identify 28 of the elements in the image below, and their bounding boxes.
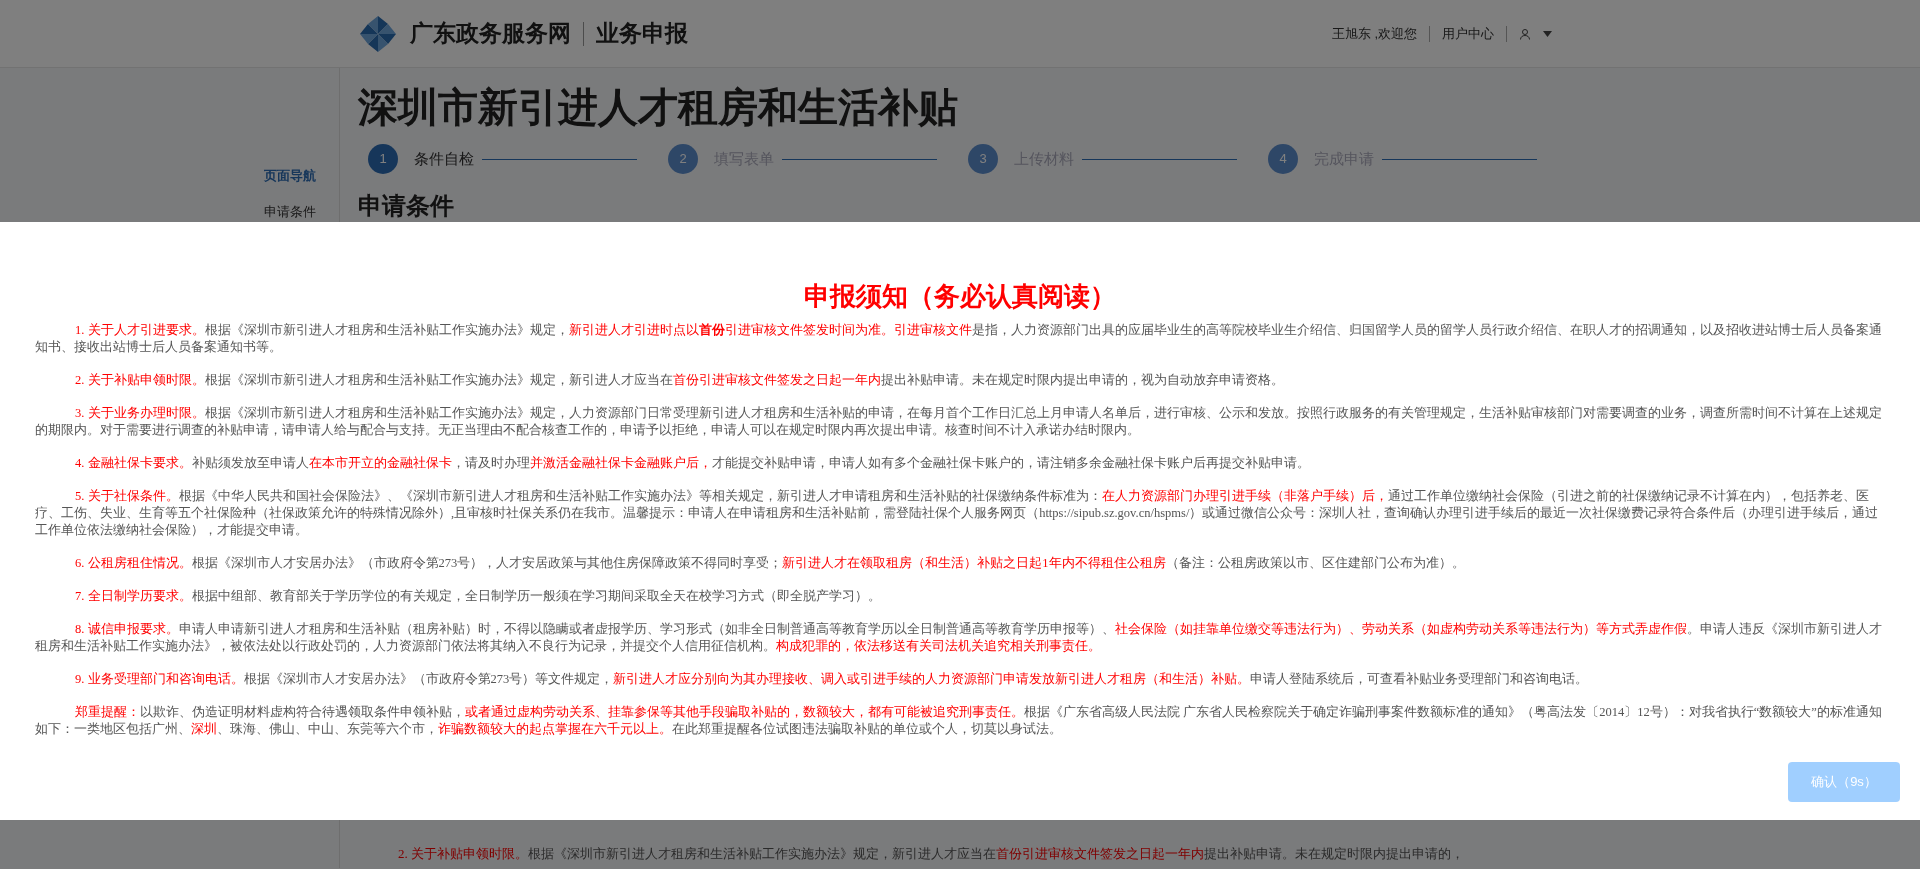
step-number: 2	[668, 144, 698, 174]
logo-icon	[358, 13, 398, 54]
step-number: 4	[1268, 144, 1298, 174]
dialog-title: 申报须知（务必认真阅读）	[803, 280, 1117, 312]
notice-paragraph: 5. 关于社保条件。根据《中华人民共和国社会保险法》、《深圳市新引进人才租房和生活补贴工作实施办法》等相关规定，新引进人才申请租房和生活补贴的社保缴纳条件标准为：在人力资源部门办理引进手续（非落户手续）后，通过工作单位缴纳社会保险（引进之前的社保缴纳记录不计算在内），包括养老、医疗、工伤、失业、生育等五个社保险种（社保政策允许的特殊情况除外）,且审核时社保关系仍在我市。温馨提示：申请人在申请租房和生活补贴前，需登陆社保个人服务网页（https://sipub.sz.gov.cn/hspms/）或通过微信公众号：深圳人社，查询确认办理引进手续后的最近一次社保缴费记录符合条件后（办理引进手续后，通过工作单位依法缴纳社会保险），才能提交申请。	[35, 488, 1880, 539]
user-icon[interactable]	[1519, 27, 1531, 40]
step-label: 条件自检	[414, 148, 474, 169]
user-center-link[interactable]: 用户中心	[1442, 23, 1494, 44]
greeting-text: 王旭东 ,欢迎您	[1331, 24, 1417, 43]
caret-icon[interactable]	[1543, 30, 1552, 37]
notice-paragraph: 2. 关于补贴申领时限。根据《深圳市新引进人才租房和生活补贴工作实施办法》规定，新引进人才应当在首份引进审核文件签发之日起一年内提出补贴申请。未在规定时限内提出申请的，	[398, 845, 1465, 863]
notice-paragraph: 7. 全日制学历要求。根据中组部、教育部关于学历学位的有关规定，全日制学历一般须在学习期间采取全天在校学习方式（即全脱产学习）。	[74, 588, 882, 605]
section-heading: 申请条件	[358, 191, 455, 221]
notice-paragraph: 8. 诚信申报要求。申请人申请新引进人才租房和生活补贴（租房补贴）时，不得以隐瞒或者虚报学历、学习形式（如非全日制普通高等教育学历以全日制普通高等教育学历申报等）、社会保险（如挂靠单位缴交等违法行为）、劳动关系（如虚构劳动关系等违法行为）等方式弄虚作假。申请人违反《深圳市新引进人才租房和生活补贴工作实施办法》，被依法处以行政处罚的，人力资源部门依法将其纳入不良行为记录，并提交个人信用征信机构。构成犯罪的，依法移送有关司法机关追究相关刑事责任。	[35, 621, 1883, 655]
page-title: 深圳市新引进人才租房和生活补贴	[358, 84, 959, 131]
notice-paragraph: 9. 业务受理部门和咨询电话。根据《深圳市人才安居办法》（市政府令第273号）等文件规定，新引进人才应分别向为其办理接收、调入或引进手续的人力资源部门申请发放新引进人才租房（和生活）补贴。申请人登陆系统后，可查看补贴业务受理部门和咨询电话。	[74, 671, 1590, 688]
section-name: 业务申报	[596, 19, 688, 49]
notice-paragraph: 4. 金融社保卡要求。补贴须发放至申请人在本市开立的金融社保卡，请及时办理并激活金融社保卡金融账户后，才能提交补贴申请，申请人如有多个金融社保卡账户的，请注销多余金融社保卡账户后再提交补贴申请。	[74, 455, 1311, 472]
notice-paragraph: 2. 关于补贴申领时限。根据《深圳市新引进人才租房和生活补贴工作实施办法》规定，新引进人才应当在首份引进审核文件签发之日起一年内提出补贴申请。未在规定时限内提出申请的，视为自动放弃申请资格。	[74, 372, 1285, 389]
notice-paragraph: 6. 公租房租住情况。根据《深圳市人才安居办法》（市政府令第273号），人才安居政策与其他住房保障政策不得同时享受；新引进人才在领取租房（和生活）补贴之日起1年内不得租住公租房（备注：公租房政策以市、区住建部门公布为准）。	[74, 555, 1466, 572]
notice-paragraph: 郑重提醒：以欺诈、伪造证明材料虚构符合待遇领取条件申领补贴，或者通过虚构劳动关系、挂靠参保等其他手段骗取补贴的，数额较大，都有可能被追究刑事责任。根据《广东省高级人民法院 广东省人民检察院关于确定诈骗刑事案件数额标准的通知》（粤高法发〔2014〕12号）：对我省执行“数额较大”的标准通知如下：一类地区包括广州、深圳、珠海、佛山、中山、东莞等六个市，诈骗数额较大的起点掌握在六千元以上。在此郑重提醒各位试图违法骗取补贴的单位或个人，切莫以身试法。	[35, 704, 1883, 738]
notice-paragraph: 1. 关于人才引进要求。根据《深圳市新引进人才租房和生活补贴工作实施办法》规定，新引进人才引进时点以首份引进审核文件签发时间为准。引进审核文件是指，人力资源部门出具的应届毕业生的高等院校毕业生介绍信、归国留学人员的留学人员行政介绍信、在职人才的招调通知，以及招收进站博士后人员备案通知书、接收出站博士后人员备案通知书等。	[35, 322, 1883, 356]
notice-paragraph: 3. 关于业务办理时限。根据《深圳市新引进人才租房和生活补贴工作实施办法》规定，人力资源部门日常受理新引进人才租房和生活补贴的申请，在每月首个工作日汇总上月申请人名单后，进行审核、公示和发放。按照行政服务的有关管理规定，生活补贴审核部门对需要调查的业务，调查所需时间不计算在上述规定的期限内。对于需要进行调查的补贴申请，请申请人给与配合与支持。无正当理由不配合核查工作的，申请予以拒绝，申请人可以在规定时限内再次提出申请。核查时间不计入承诺办结时限内。	[35, 405, 1883, 439]
site-name: 广东政务服务网	[410, 19, 571, 49]
nav-title: 页面导航	[263, 167, 316, 185]
step-number: 3	[968, 144, 998, 174]
step-number: 1	[368, 144, 398, 174]
nav-item[interactable]: 申请条件	[263, 201, 316, 221]
